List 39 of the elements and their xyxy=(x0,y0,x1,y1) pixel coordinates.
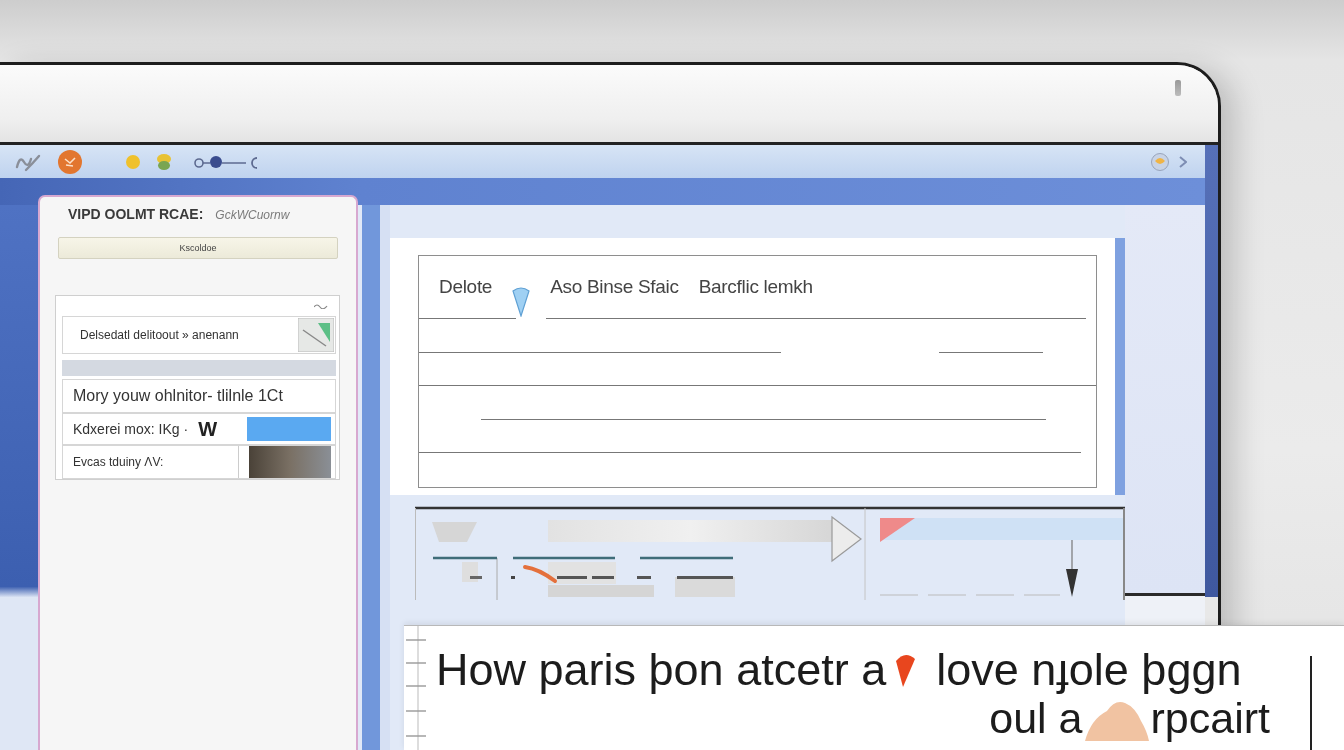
connector-icon[interactable] xyxy=(194,154,258,169)
column-heading: Delote xyxy=(439,276,493,298)
tab-underline xyxy=(433,556,497,560)
pointer-marker xyxy=(1066,539,1078,597)
column-heading: Barcflic lemkh xyxy=(698,276,813,298)
panel-button[interactable]: Kscoldoe xyxy=(58,237,338,259)
sensor-icon xyxy=(1175,80,1181,96)
list-item[interactable]: Delsedatl delitoout » anenann xyxy=(62,316,336,354)
item-mark: W xyxy=(198,417,218,441)
text-mark xyxy=(557,576,587,579)
block-shape xyxy=(462,562,478,582)
caption-text: oul a xyxy=(989,695,1083,741)
dot-icon[interactable] xyxy=(126,154,140,169)
list-item[interactable]: Evcas tduiny ΛV: xyxy=(62,445,336,479)
list-item[interactable]: Kdxerei mox: IKg · W xyxy=(62,413,336,445)
block-shape xyxy=(675,577,735,597)
chevron-icon[interactable] xyxy=(1179,155,1187,168)
scrollbar[interactable] xyxy=(1205,145,1218,597)
text-mark xyxy=(511,576,515,579)
grip-icon[interactable] xyxy=(314,303,328,309)
caption-text: How paris þon atcetr a xyxy=(436,644,887,696)
stack-icon[interactable] xyxy=(157,153,171,170)
panel-title: VIPD OOLMT RCAE: xyxy=(68,206,204,222)
thumbnail-icon xyxy=(298,318,334,352)
wedge-shape xyxy=(432,522,477,542)
panel-subtitle: GckWCuornw xyxy=(215,208,290,222)
text-mark xyxy=(592,576,614,579)
globe-icon[interactable] xyxy=(1151,152,1169,171)
column-heading: Aso Binse Sfaic xyxy=(550,276,679,298)
caption-text: rpcairt xyxy=(1150,695,1270,741)
marker-icon xyxy=(512,285,531,317)
pin-icon xyxy=(894,652,917,688)
text-mark xyxy=(637,576,651,579)
list-item[interactable]: Mory youw ohlnitor- tlilnle 1Ct xyxy=(62,379,336,413)
caption-text: love nɟole þggn xyxy=(936,644,1242,696)
text-mark xyxy=(677,576,733,579)
disc-icon[interactable] xyxy=(58,149,82,174)
text-mark xyxy=(470,576,482,579)
brush-stroke xyxy=(523,565,557,583)
